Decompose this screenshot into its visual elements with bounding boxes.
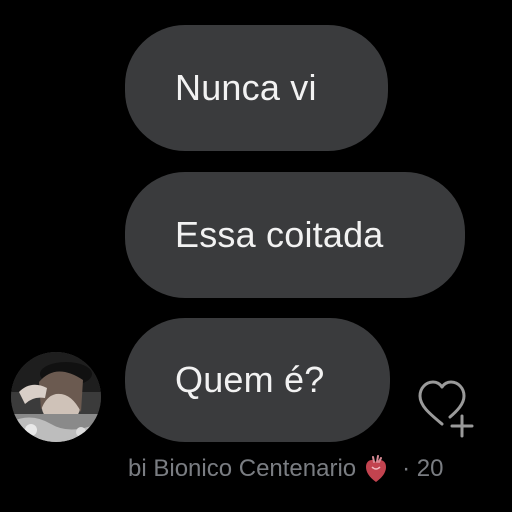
message-text: Quem é? — [175, 359, 325, 400]
message-bubble[interactable]: Essa coitada — [125, 172, 465, 298]
message-text: Nunca vi — [175, 67, 317, 108]
message-bubble[interactable]: Quem é? — [125, 318, 390, 442]
dm-conversation: Nunca vi Essa coitada Quem é? bi Bionico… — [0, 0, 512, 512]
heart-plus-icon[interactable] — [412, 374, 492, 438]
message-text: Essa coitada — [175, 214, 384, 255]
message-bubble[interactable]: Nunca vi — [125, 25, 388, 151]
message-meta: bi Bionico Centenario · 20 — [128, 452, 444, 486]
timestamp: · 20 — [402, 455, 444, 482]
sender-name[interactable]: bi Bionico Centenario — [128, 455, 356, 483]
avatar[interactable] — [11, 352, 101, 442]
anatomical-heart-emoji-icon — [364, 455, 388, 483]
